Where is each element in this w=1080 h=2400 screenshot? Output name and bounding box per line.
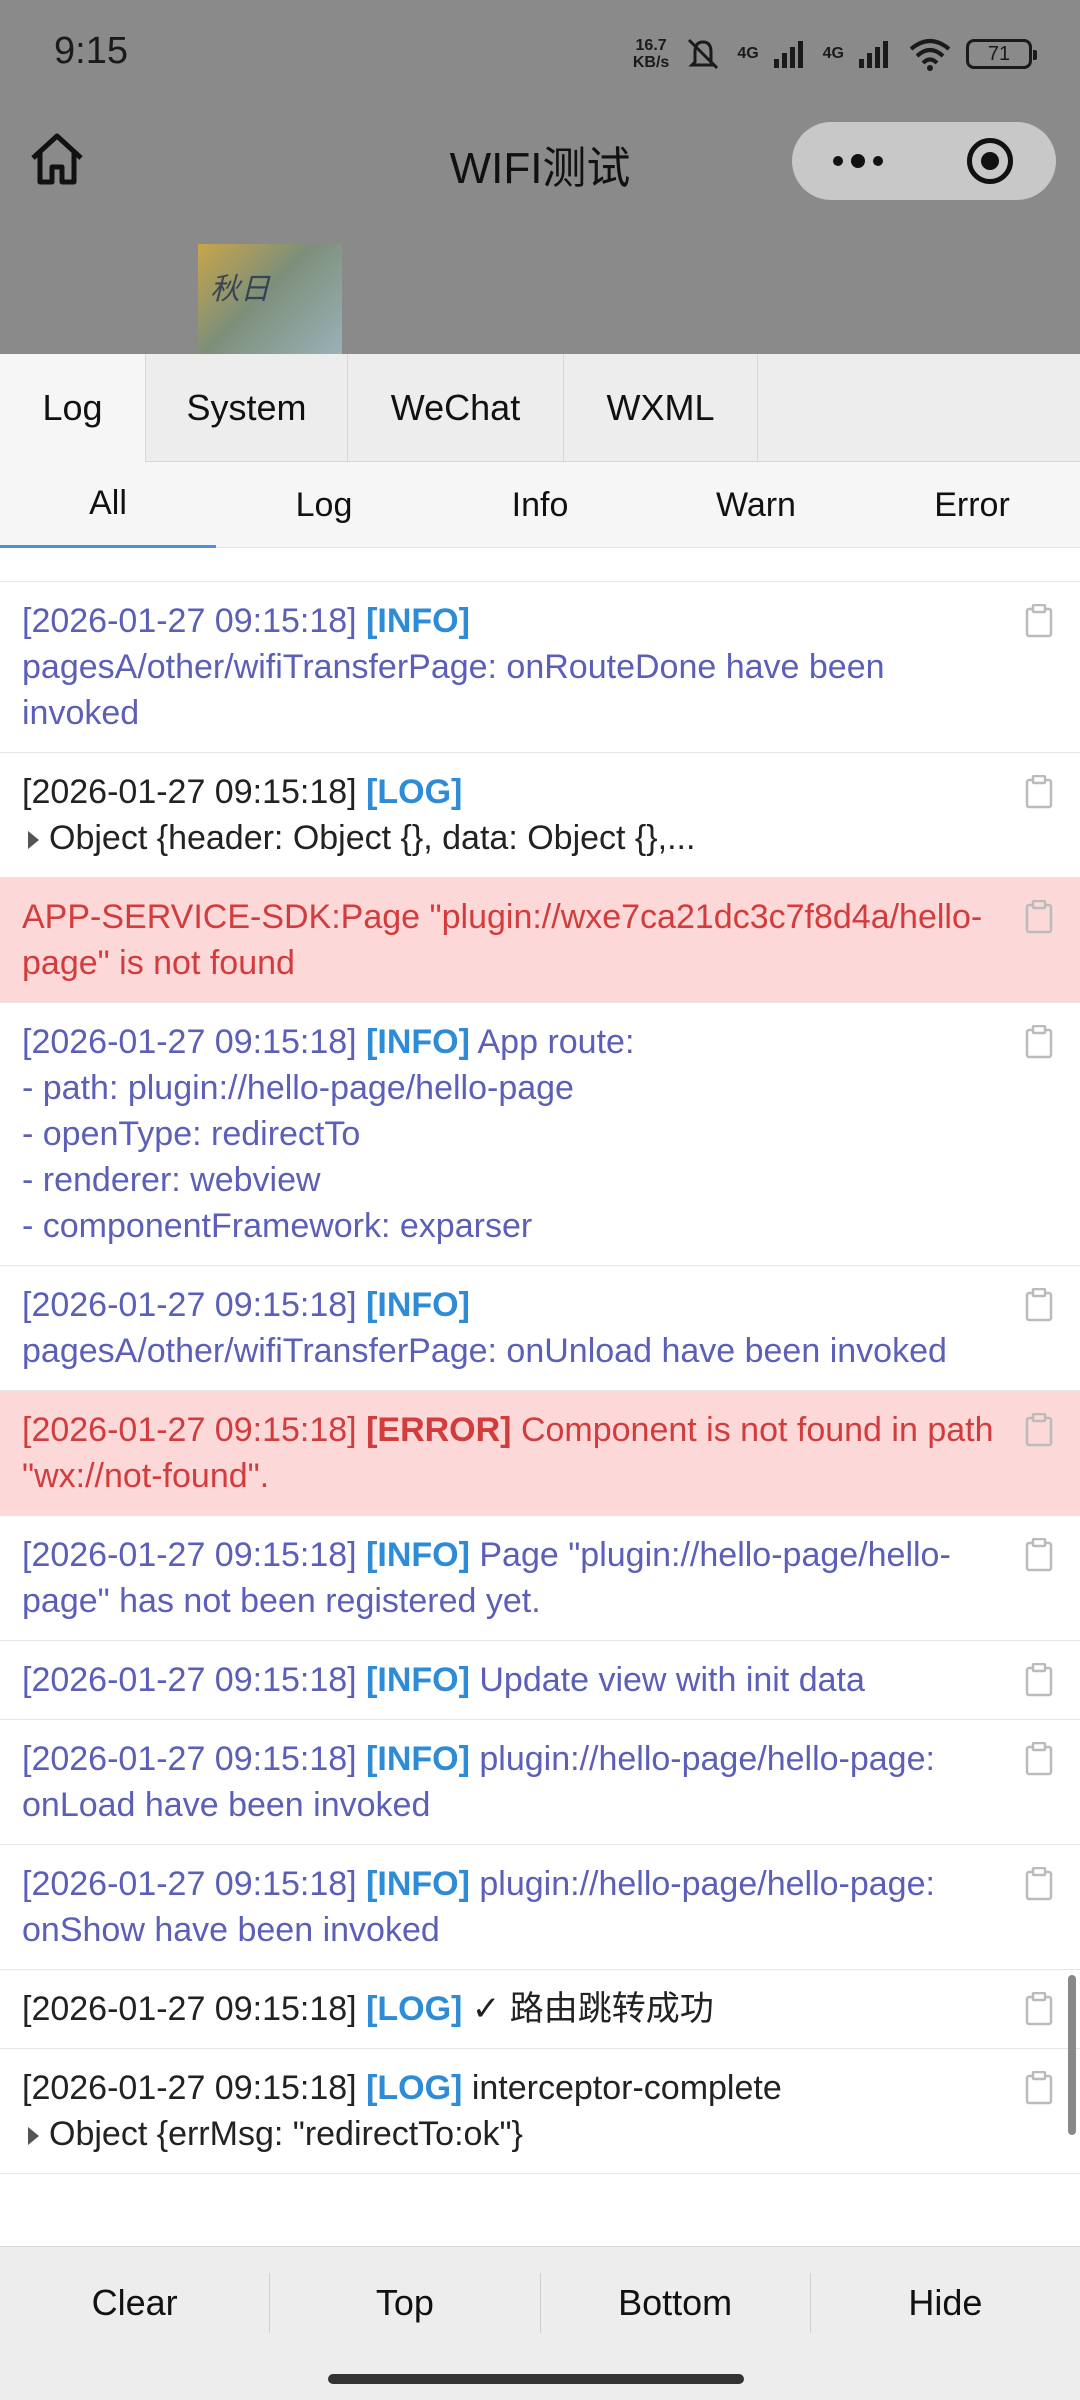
copy-icon[interactable] (1022, 2071, 1056, 2105)
target-circle-icon (967, 138, 1013, 184)
signal-bars-icon (773, 41, 803, 68)
tab-log[interactable]: Log (0, 354, 146, 462)
clear-button[interactable]: Clear (0, 2272, 271, 2333)
status-bar: 9:15 16.7 KB/s 4G 4G 71 (0, 0, 1080, 110)
log-filter-tabs: All Log Info Warn Error (0, 462, 1080, 548)
wifi-icon (909, 39, 951, 71)
copy-icon[interactable] (1022, 1992, 1056, 2026)
more-menu-button[interactable] (792, 122, 924, 200)
nav-bar: WIFI测试 (0, 110, 1080, 210)
log-item-log: [2026-01-27 09:15:18] [LOG] ✓ 路由跳转成功 (0, 1970, 1080, 2049)
console-panel: Log System WeChat WXML All Log Info Warn… (0, 354, 1080, 2400)
filter-all[interactable]: All (0, 462, 216, 548)
copy-icon[interactable] (1022, 1867, 1056, 1901)
bottom-button[interactable]: Bottom (541, 2272, 811, 2333)
copy-icon[interactable] (1022, 900, 1056, 934)
log-item-log: [2026-01-27 09:15:18] [LOG] Object {head… (0, 753, 1080, 878)
copy-icon[interactable] (1022, 604, 1056, 638)
filter-log[interactable]: Log (216, 462, 432, 548)
more-dot-icon (851, 154, 865, 168)
log-list[interactable]: [2026-01-27 09:15:18] [INFO] pagesA/othe… (0, 566, 1080, 2244)
copy-icon[interactable] (1022, 1413, 1056, 1447)
tab-wechat[interactable]: WeChat (348, 354, 564, 462)
copy-icon[interactable] (1022, 1663, 1056, 1697)
home-indicator[interactable] (328, 2374, 744, 2384)
background-image: 秋日 (198, 244, 342, 354)
hide-button[interactable]: Hide (811, 2273, 1080, 2333)
log-list-top-divider (0, 566, 1080, 582)
copy-icon[interactable] (1022, 1025, 1056, 1059)
mini-program-capsule (792, 122, 1056, 200)
mute-bell-icon (688, 38, 719, 70)
close-mini-program-button[interactable] (924, 122, 1056, 200)
tab-system[interactable]: System (146, 354, 348, 462)
copy-icon[interactable] (1022, 1742, 1056, 1776)
log-item-log: [2026-01-27 09:15:18] [LOG] interceptor-… (0, 2049, 1080, 2174)
filter-warn[interactable]: Warn (648, 462, 864, 548)
network-speed: 16.7 KB/s (632, 37, 670, 71)
log-item-info: [2026-01-27 09:15:18] [INFO] plugin://he… (0, 1720, 1080, 1845)
log-item-info: [2026-01-27 09:15:18] [INFO] Update view… (0, 1641, 1080, 1720)
log-item-error: [2026-01-27 09:15:18] [ERROR] Component … (0, 1391, 1080, 1516)
tab-wxml[interactable]: WXML (564, 354, 758, 462)
filter-error[interactable]: Error (864, 462, 1080, 548)
log-item-info: [2026-01-27 09:15:18] [INFO] plugin://he… (0, 1845, 1080, 1970)
expand-arrow-icon[interactable] (28, 831, 39, 850)
more-dot-icon (833, 156, 843, 166)
copy-icon[interactable] (1022, 1538, 1056, 1572)
status-indicators: 16.7 KB/s 4G 4G 71 (632, 34, 1037, 74)
expand-arrow-icon[interactable] (28, 2127, 39, 2146)
status-time: 9:15 (54, 30, 128, 72)
console-tabs: Log System WeChat WXML (0, 354, 1080, 462)
log-item-info: [2026-01-27 09:15:18] [INFO] App route: … (0, 1003, 1080, 1266)
log-item-info: [2026-01-27 09:15:18] [INFO] Page "plugi… (0, 1516, 1080, 1641)
signal-bars-icon (859, 41, 888, 68)
log-item-error: APP-SERVICE-SDK:Page "plugin://wxe7ca21d… (0, 878, 1080, 1003)
copy-icon[interactable] (1022, 1288, 1056, 1322)
battery-icon: 71 (966, 39, 1037, 69)
log-item-info: [2026-01-27 09:15:18] [INFO] pagesA/othe… (0, 582, 1080, 753)
log-item-info: [2026-01-27 09:15:18] [INFO] pagesA/othe… (0, 1266, 1080, 1391)
signal-2-label: 4G (822, 45, 844, 62)
more-dot-icon (873, 156, 883, 166)
filter-info[interactable]: Info (432, 462, 648, 548)
copy-icon[interactable] (1022, 775, 1056, 809)
scrollbar-thumb[interactable] (1068, 1975, 1076, 2135)
signal-1-label: 4G (737, 45, 759, 62)
top-button[interactable]: Top (270, 2272, 541, 2333)
console-footer: Clear Top Bottom Hide (0, 2246, 1080, 2358)
